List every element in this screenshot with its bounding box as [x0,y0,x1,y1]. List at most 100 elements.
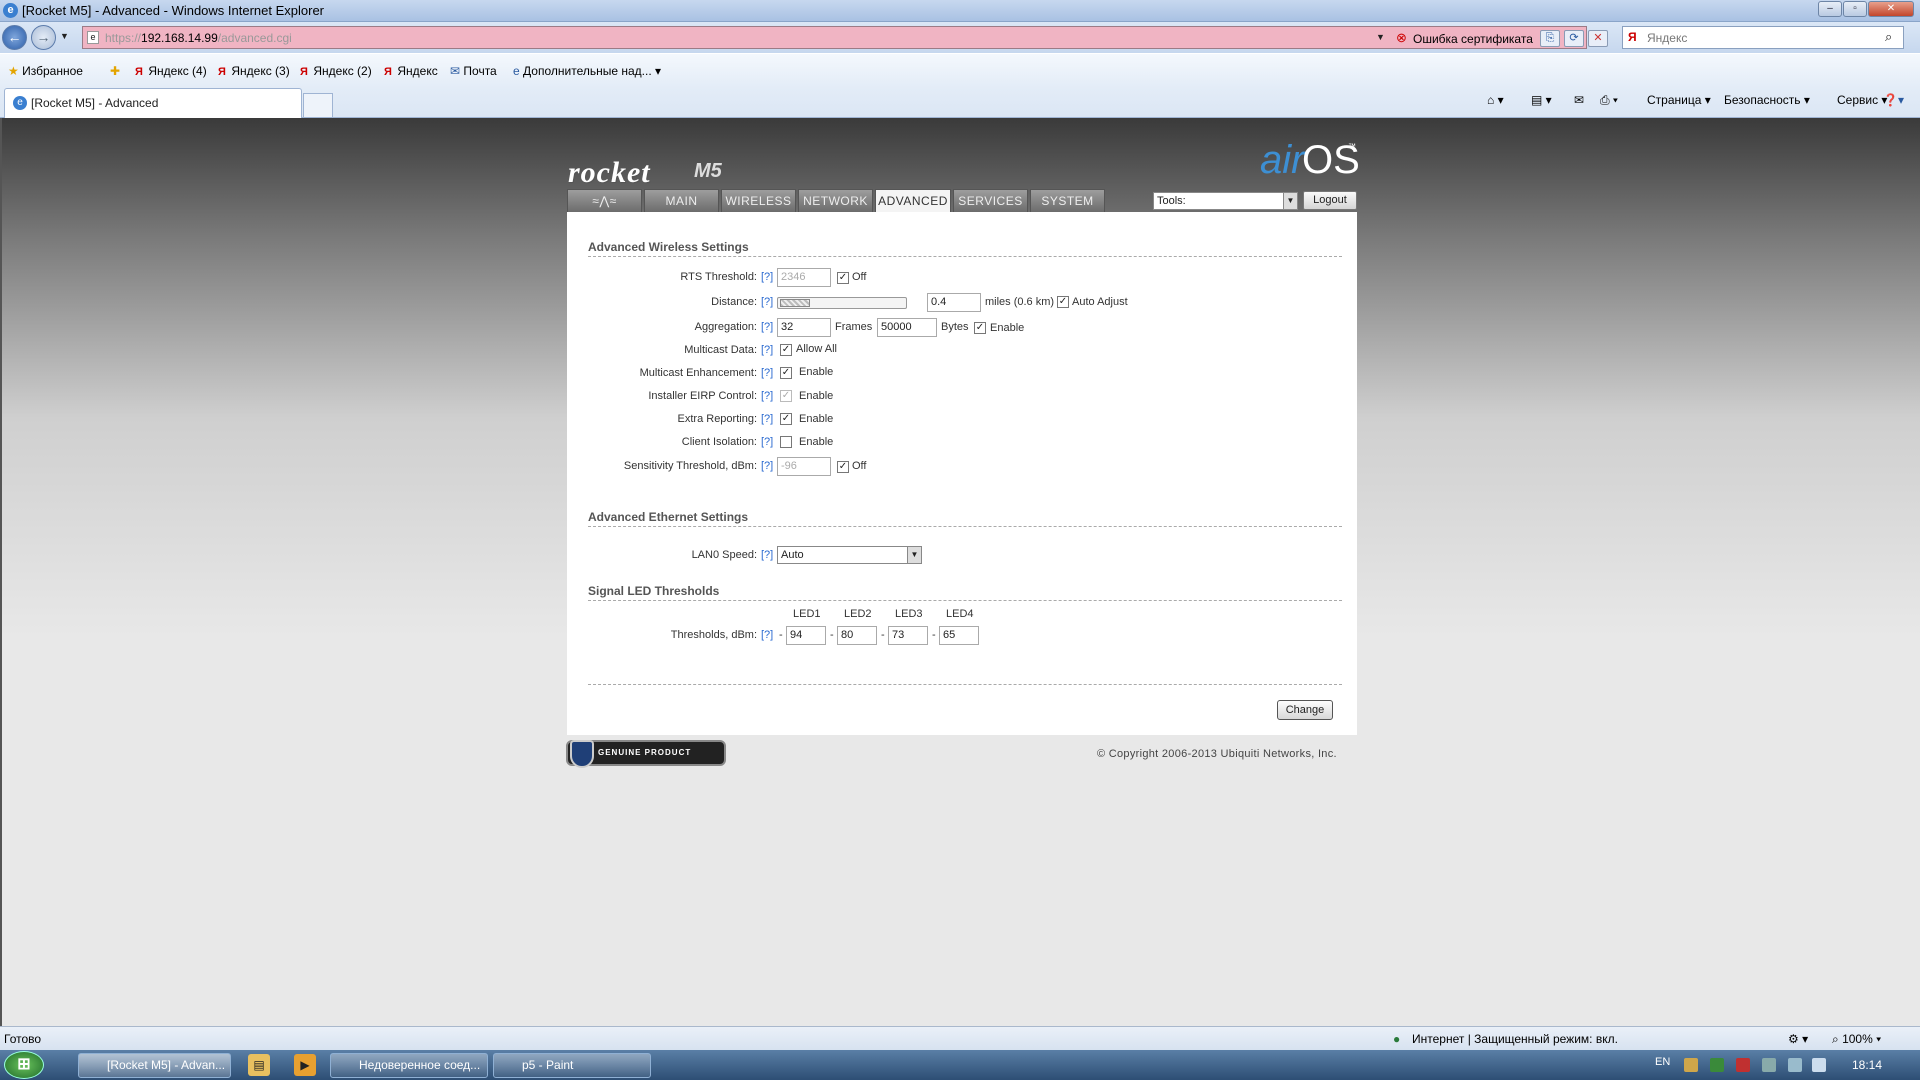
search-box[interactable]: Я Яндекс ⌕ [1622,26,1904,49]
refresh-icon[interactable]: ⟳ [1564,30,1584,47]
page-menu[interactable]: Страница ▾ [1647,93,1711,107]
tab-main[interactable]: MAIN [644,189,719,212]
home-icon[interactable]: ⌂ ▾ [1487,93,1504,107]
tray-icon[interactable] [1684,1058,1698,1072]
start-button[interactable]: ⊞ [4,1051,44,1079]
rts-input[interactable]: 2346 [777,268,831,287]
help-icon[interactable]: ❓▾ [1883,93,1904,107]
logout-button[interactable]: Logout [1303,191,1357,210]
lan-speed-select[interactable]: Auto ▼ [777,546,922,564]
taskbar-item-paint[interactable]: p5 - Paint [493,1053,651,1078]
tab-advanced[interactable]: ADVANCED [875,189,951,213]
led4-input[interactable]: 65 [939,626,979,645]
maximize-button[interactable]: ▫ [1843,1,1867,17]
taskbar-item-ie[interactable]: [Rocket M5] - Advan... [78,1053,231,1078]
address-url[interactable]: https://192.168.14.99/advanced.cgi [105,31,292,45]
tools-select[interactable]: Tools: ▼ [1153,192,1298,210]
volume-icon[interactable] [1812,1058,1826,1072]
compatibility-icon[interactable]: ⎘ [1540,30,1560,47]
read-mail-icon[interactable]: ✉ [1574,93,1584,107]
safety-menu[interactable]: Безопасность ▾ [1724,93,1810,107]
tools-menu[interactable]: Сервис ▾ [1837,93,1887,107]
client-isolation-enable: Enable [799,436,834,448]
tray-icon[interactable] [1710,1058,1724,1072]
address-bar[interactable]: e https://192.168.14.99/advanced.cgi ▼ ⊗… [82,26,1608,49]
cert-error-label[interactable]: Ошибка сертификата [1413,32,1533,46]
tab-system[interactable]: SYSTEM [1030,189,1105,212]
clock[interactable]: 18:14 [1852,1058,1882,1072]
favorite-link[interactable]: e Дополнительные над... ▾ [513,64,661,78]
multicast-allow-checkbox[interactable]: ✓ [780,344,792,356]
distance-help-link[interactable]: [?] [761,296,773,308]
auto-adjust-checkbox[interactable]: ✓ [1057,296,1069,308]
rts-help-link[interactable]: [?] [761,271,773,283]
network-icon[interactable] [1788,1058,1802,1072]
multicast-help-link[interactable]: [?] [761,344,773,356]
media-player-icon[interactable]: ▶ [294,1054,316,1076]
multicast-enhancement-checkbox[interactable]: ✓ [780,367,792,379]
allow-all-label: Allow All [796,343,837,355]
change-button[interactable]: Change [1277,700,1333,720]
rts-off-checkbox[interactable]: ✓ [837,272,849,284]
protected-mode-icon[interactable]: ⚙ ▾ [1788,1032,1808,1046]
slider-handle[interactable] [780,299,810,307]
recent-pages-arrow-icon[interactable]: ▼ [60,31,69,41]
tab-services[interactable]: SERVICES [953,189,1028,212]
extra-reporting-checkbox[interactable]: ✓ [780,413,792,425]
led3-input[interactable]: 73 [888,626,928,645]
close-button[interactable]: ✕ [1868,1,1914,17]
favorite-link[interactable]: Я Яндекс (4) [135,64,207,78]
usb-icon[interactable] [1762,1058,1776,1072]
status-bar: Готово ● Интернет | Защищенный режим: вк… [0,1026,1920,1050]
sensitivity-input[interactable]: -96 [777,457,831,476]
sensitivity-help-link[interactable]: [?] [761,460,773,472]
multicast-enh-help-link[interactable]: [?] [761,367,773,379]
eirp-checkbox[interactable]: ✓ [780,390,792,402]
extra-help-link[interactable]: [?] [761,413,773,425]
forward-button[interactable]: → [31,25,56,50]
aggregation-enable-checkbox[interactable]: ✓ [974,322,986,334]
language-indicator[interactable]: EN [1655,1056,1670,1068]
aggregation-frames-input[interactable]: 32 [777,318,831,337]
tab-active[interactable]: e [Rocket M5] - Advanced [4,88,302,118]
taskbar-item-firefox[interactable]: Недоверенное соед... [330,1053,488,1078]
print-icon[interactable]: ⎙ ▾ [1600,93,1618,108]
eirp-help-link[interactable]: [?] [761,390,773,402]
client-isolation-label: Client Isolation: [681,436,757,448]
sensitivity-off-checkbox[interactable]: ✓ [837,461,849,473]
add-favorite-icon[interactable]: ✚ [110,64,120,78]
favorites-button[interactable]: ★ Избранное [8,64,83,78]
tab-ubnt-logo[interactable]: ≈⋀≈ [567,189,642,212]
favorite-link[interactable]: Я Яндекс (2) [300,64,372,78]
mail-icon: ✉ [450,64,461,78]
pdf-icon[interactable] [1736,1058,1750,1072]
zoom-level[interactable]: ⌕ 100% ▾ [1832,1032,1881,1047]
address-dropdown-icon[interactable]: ▼ [1376,32,1385,42]
isolation-help-link[interactable]: [?] [761,436,773,448]
thresholds-help-link[interactable]: [?] [761,629,773,641]
explorer-icon[interactable]: ▤ [248,1054,270,1076]
search-icon[interactable]: ⌕ [1885,29,1892,45]
aggregation-bytes-input[interactable]: 50000 [877,318,937,337]
search-input[interactable]: Яндекс [1647,31,1687,45]
distance-slider[interactable] [777,297,907,309]
tab-network[interactable]: NETWORK [798,189,873,212]
lan-help-link[interactable]: [?] [761,549,773,561]
tab-wireless[interactable]: WIRELESS [721,189,796,212]
stop-icon[interactable]: ✕ [1588,30,1608,47]
led1-input[interactable]: 94 [786,626,826,645]
favorite-link[interactable]: Я Яндекс [384,64,438,78]
distance-input[interactable]: 0.4 [927,293,981,312]
security-zone[interactable]: Интернет | Защищенный режим: вкл. [1412,1032,1618,1046]
minimize-button[interactable]: – [1818,1,1842,17]
new-tab-button[interactable] [303,93,333,117]
client-isolation-checkbox[interactable] [780,436,792,448]
aggregation-help-link[interactable]: [?] [761,321,773,333]
feeds-icon[interactable]: ▤ ▾ [1531,93,1552,107]
led2-input[interactable]: 80 [837,626,877,645]
favorite-link[interactable]: Я Яндекс (3) [218,64,290,78]
back-button[interactable]: ← [2,25,27,50]
addons-icon: e [513,64,520,78]
trademark: ™ [1348,142,1356,151]
favorite-link[interactable]: ✉ Почта [450,64,497,78]
